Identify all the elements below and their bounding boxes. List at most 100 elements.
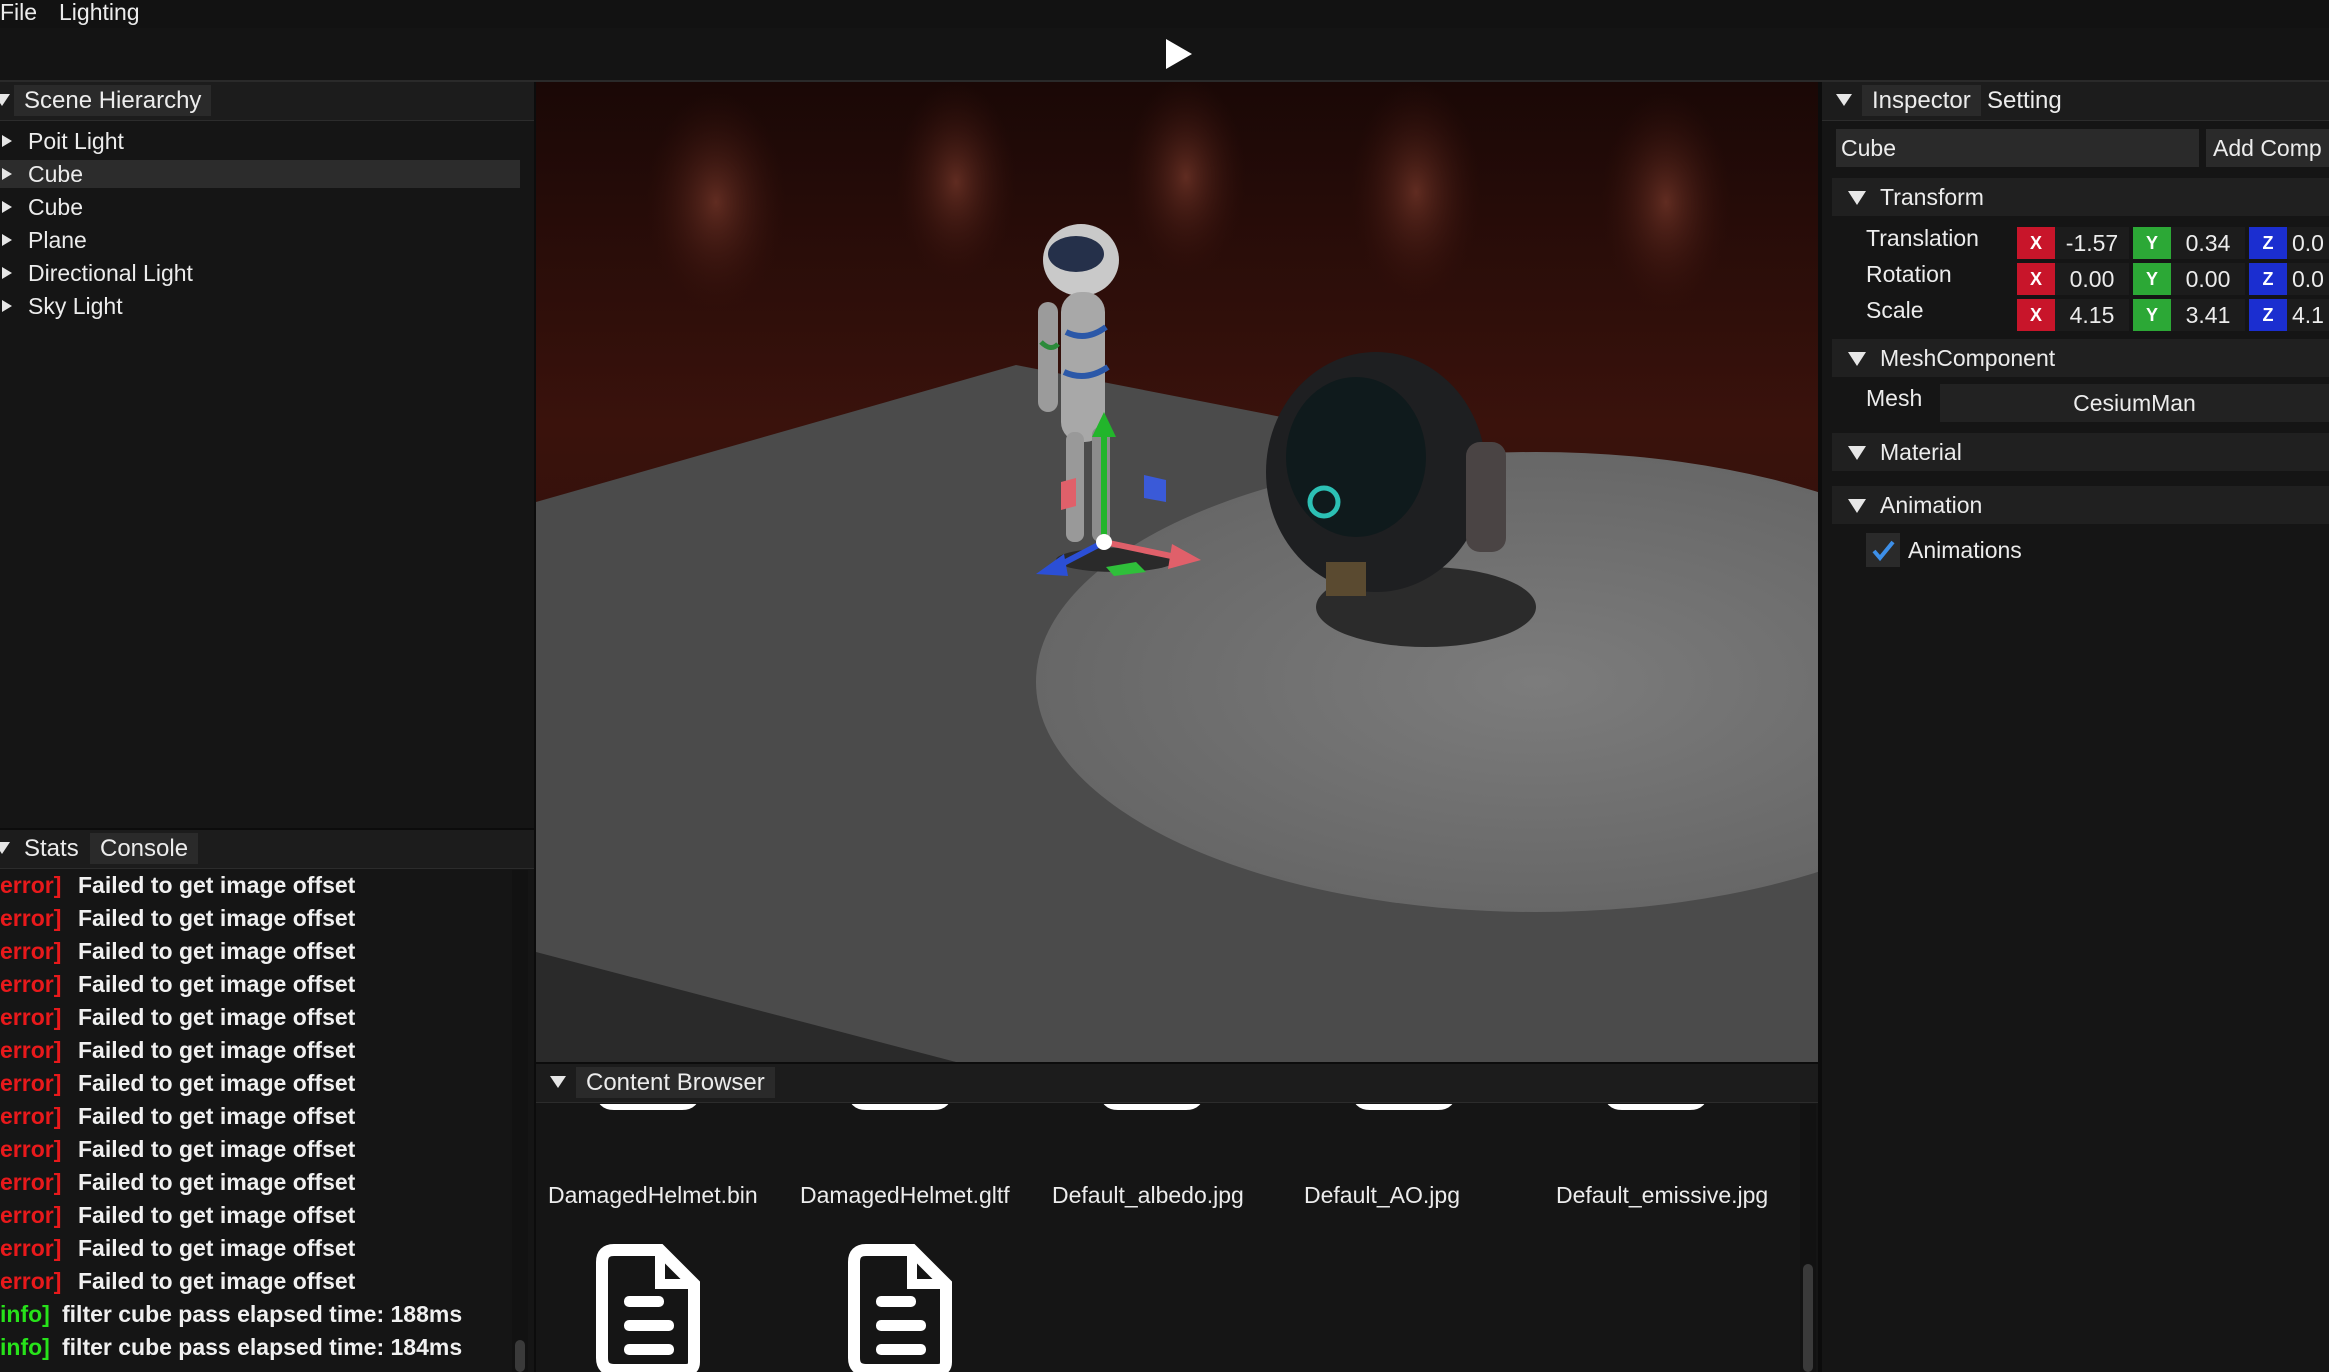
console-scrollbar[interactable] — [512, 870, 528, 1372]
add-component-button[interactable]: Add Comp — [2206, 129, 2329, 167]
log-level-tag: error] — [0, 1103, 62, 1129]
file-item[interactable]: DamagedHelmet.bin — [548, 1104, 788, 1234]
tree-item-label: Directional Light — [28, 260, 193, 286]
tab-stats[interactable]: Stats — [14, 833, 89, 864]
tab-console[interactable]: Console — [90, 833, 199, 864]
play-icon[interactable] — [1162, 36, 1196, 72]
file-icon — [588, 1244, 708, 1372]
tab-setting[interactable]: Setting — [1977, 85, 2072, 116]
expand-arrow-icon[interactable] — [2, 168, 12, 180]
content-browser-scrollbar[interactable] — [1800, 1104, 1816, 1372]
scale-y-field[interactable]: 3.41 — [2171, 299, 2245, 331]
tree-item-label: Poit Light — [28, 128, 124, 154]
translation-y-field[interactable]: 0.34 — [2171, 227, 2245, 259]
scale-label: Scale — [1866, 297, 1924, 323]
menu-bar: File Lighting — [0, 0, 2329, 28]
translation-z-field[interactable]: 0.0 — [2287, 227, 2329, 259]
tree-item-cube[interactable]: Cube — [0, 193, 520, 221]
file-item[interactable]: Default_albedo.jpg — [1052, 1104, 1292, 1234]
entity-name-input[interactable]: Cube — [1836, 129, 2199, 167]
animation-section-header[interactable]: Animation — [1832, 486, 2329, 524]
checkmark-icon — [1872, 540, 1895, 562]
axis-z-badge: Z — [2249, 263, 2287, 295]
collapse-arrow-icon[interactable] — [1848, 352, 1866, 366]
tree-item-label: Sky Light — [28, 293, 123, 319]
menu-file[interactable]: File — [0, 0, 37, 26]
log-message: Failed to get image offset — [78, 1235, 356, 1261]
collapse-arrow-icon[interactable] — [0, 94, 10, 108]
log-level-tag: error] — [0, 1268, 62, 1294]
tree-item-sky-light[interactable]: Sky Light — [0, 292, 520, 320]
console-header: Stats Console — [0, 830, 534, 869]
expand-arrow-icon[interactable] — [2, 234, 12, 246]
axis-y-badge: Y — [2133, 227, 2171, 259]
material-section-header[interactable]: Material — [1832, 433, 2329, 471]
axis-x-badge: X — [2017, 227, 2055, 259]
file-item[interactable]: DamagedHelmet.gltf — [800, 1104, 1040, 1234]
collapse-arrow-icon[interactable] — [1836, 94, 1852, 108]
collapse-arrow-icon[interactable] — [0, 842, 10, 856]
log-message: Failed to get image offset — [78, 1103, 356, 1129]
tree-item-plane[interactable]: Plane — [0, 226, 520, 254]
expand-arrow-icon[interactable] — [2, 201, 12, 213]
console-scroll-thumb[interactable] — [515, 1340, 525, 1372]
log-level-tag: error] — [0, 1004, 62, 1030]
scene-viewport[interactable] — [536, 77, 2036, 1062]
console-panel: Stats Console error] Failed to get image … — [0, 830, 534, 1372]
file-item[interactable]: Default_emissive.jpg — [1556, 1104, 1796, 1234]
mesh-component-section-header[interactable]: MeshComponent — [1832, 339, 2329, 377]
scale-x-field[interactable]: 4.15 — [2055, 299, 2129, 331]
file-item[interactable]: Default_AO.jpg — [1304, 1104, 1544, 1234]
collapse-arrow-icon[interactable] — [550, 1076, 566, 1090]
rotation-x-field[interactable]: 0.00 — [2055, 263, 2129, 295]
axis-z-badge: Z — [2249, 227, 2287, 259]
collapse-arrow-icon[interactable] — [1848, 446, 1866, 460]
file-icon — [1344, 1104, 1464, 1137]
menu-lighting[interactable]: Lighting — [59, 0, 140, 26]
tab-scene-hierarchy[interactable]: Scene Hierarchy — [14, 85, 212, 116]
axis-z-badge: Z — [2249, 299, 2287, 331]
log-message: Failed to get image offset — [78, 1202, 356, 1228]
mesh-label: Mesh — [1866, 385, 1923, 411]
axis-y-badge: Y — [2133, 263, 2171, 295]
content-browser-scroll-thumb[interactable] — [1803, 1264, 1813, 1372]
log-level-tag: error] — [0, 938, 62, 964]
log-message: Failed to get image offset — [78, 905, 356, 931]
file-item[interactable] — [800, 1232, 1040, 1372]
transform-section-header[interactable]: Transform — [1832, 178, 2329, 216]
file-item[interactable] — [548, 1232, 788, 1372]
file-icon — [588, 1104, 708, 1137]
translation-x-field[interactable]: -1.57 — [2055, 227, 2129, 259]
expand-arrow-icon[interactable] — [2, 135, 12, 147]
expand-arrow-icon[interactable] — [2, 267, 12, 279]
log-message: Failed to get image offset — [78, 1037, 356, 1063]
log-level-tag: info] — [0, 1301, 50, 1327]
scale-z-field[interactable]: 4.1 — [2287, 299, 2329, 331]
log-level-tag: error] — [0, 1235, 62, 1261]
console-log-list: error] Failed to get image offset error] Fa… — [0, 870, 512, 1372]
file-icon — [1596, 1104, 1716, 1137]
rotation-z-field[interactable]: 0.0 — [2287, 263, 2329, 295]
tree-item-cube-selected[interactable]: Cube — [0, 160, 520, 188]
collapse-arrow-icon[interactable] — [1848, 191, 1866, 205]
file-icon — [840, 1104, 960, 1137]
transform-title: Transform — [1880, 184, 1984, 210]
axis-x-badge: X — [2017, 299, 2055, 331]
mesh-selector[interactable]: CesiumMan — [1940, 384, 2329, 422]
viewport-render — [536, 77, 2036, 1062]
file-label: Default_albedo.jpg — [1052, 1182, 1244, 1208]
tab-content-browser[interactable]: Content Browser — [576, 1067, 775, 1098]
rotation-y-field[interactable]: 0.00 — [2171, 263, 2245, 295]
log-message: filter cube pass elapsed time: 184ms — [62, 1334, 463, 1360]
collapse-arrow-icon[interactable] — [1848, 499, 1866, 513]
tree-item-poit-light[interactable]: Poit Light — [0, 127, 520, 155]
scene-hierarchy-panel: Scene Hierarchy Poit Light Cube Cube Pla… — [0, 82, 534, 828]
log-level-tag: error] — [0, 1202, 62, 1228]
toolbar — [0, 28, 2329, 82]
expand-arrow-icon[interactable] — [2, 300, 12, 312]
translation-label: Translation — [1866, 225, 1979, 251]
tree-item-directional-light[interactable]: Directional Light — [0, 259, 520, 287]
animations-checkbox[interactable] — [1866, 533, 1900, 567]
log-message: Failed to get image offset — [78, 1169, 356, 1195]
tab-inspector[interactable]: Inspector — [1862, 85, 1981, 116]
